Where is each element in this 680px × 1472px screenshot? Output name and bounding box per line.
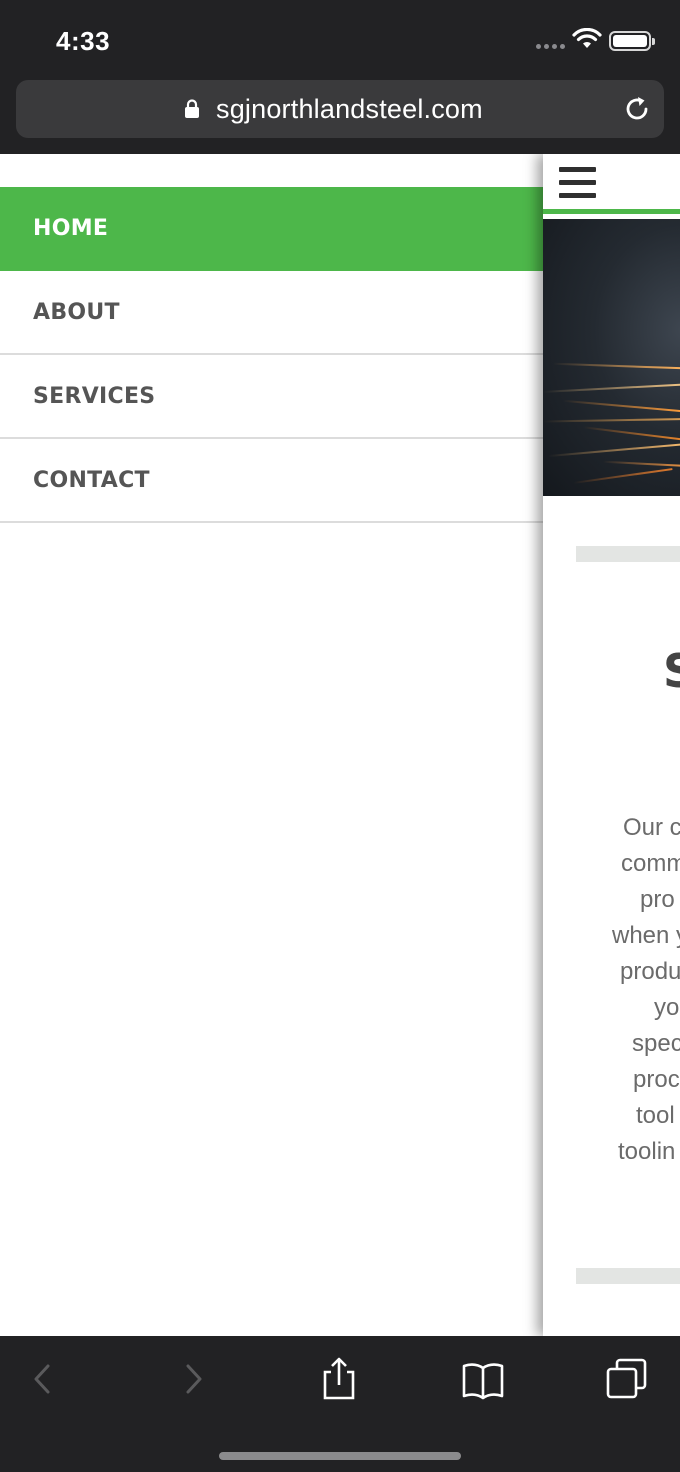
address-bar[interactable]: sgjnorthlandsteel.com <box>16 80 664 138</box>
battery-icon <box>609 31 655 51</box>
wifi-icon <box>572 28 602 48</box>
browser-address-area: sgjnorthlandsteel.com <box>0 76 680 154</box>
bookmarks-icon[interactable] <box>460 1356 506 1402</box>
status-bar: 4:33 <box>0 0 680 76</box>
page-content-panel: S Our c comm pro when y produ yo spec pr… <box>543 154 680 1336</box>
tabs-icon[interactable] <box>604 1356 650 1402</box>
body-line: spec <box>632 1030 680 1057</box>
body-line: when y <box>612 922 680 949</box>
menu-item-about[interactable]: ABOUT <box>0 271 543 355</box>
body-line: produ <box>620 958 680 985</box>
body-line: comm <box>621 850 680 877</box>
cellular-signal-icon <box>536 44 565 49</box>
url-text: sgjnorthlandsteel.com <box>216 94 483 124</box>
side-navigation-menu: HOME ABOUT SERVICES CONTACT <box>0 154 543 1336</box>
site-header <box>543 154 680 214</box>
menu-item-home[interactable]: HOME <box>0 187 543 271</box>
lock-icon <box>185 99 199 118</box>
section-divider-bottom <box>576 1268 680 1284</box>
hamburger-menu-icon[interactable] <box>559 167 596 199</box>
body-line: pro <box>640 886 675 913</box>
section-divider-top <box>576 546 680 562</box>
back-icon[interactable] <box>20 1356 66 1402</box>
body-line: toolin <box>618 1138 676 1165</box>
reload-icon[interactable] <box>622 94 652 124</box>
hero-image-welding-sparks <box>543 219 680 496</box>
body-line: yo <box>654 994 680 1021</box>
menu-item-contact[interactable]: CONTACT <box>0 439 543 523</box>
section-heading: S <box>663 644 680 698</box>
menu-item-services[interactable]: SERVICES <box>0 355 543 439</box>
menu-list: HOME ABOUT SERVICES CONTACT <box>0 187 543 523</box>
web-page: HOME ABOUT SERVICES CONTACT S Our c comm <box>0 154 680 1336</box>
browser-toolbar <box>0 1336 680 1472</box>
body-line: tool <box>636 1102 675 1129</box>
body-line: proc <box>633 1066 680 1093</box>
body-line: Our c <box>623 814 680 841</box>
status-time: 4:33 <box>56 26 111 56</box>
home-indicator <box>219 1452 461 1460</box>
forward-icon[interactable] <box>170 1356 216 1402</box>
share-icon[interactable] <box>316 1356 362 1402</box>
